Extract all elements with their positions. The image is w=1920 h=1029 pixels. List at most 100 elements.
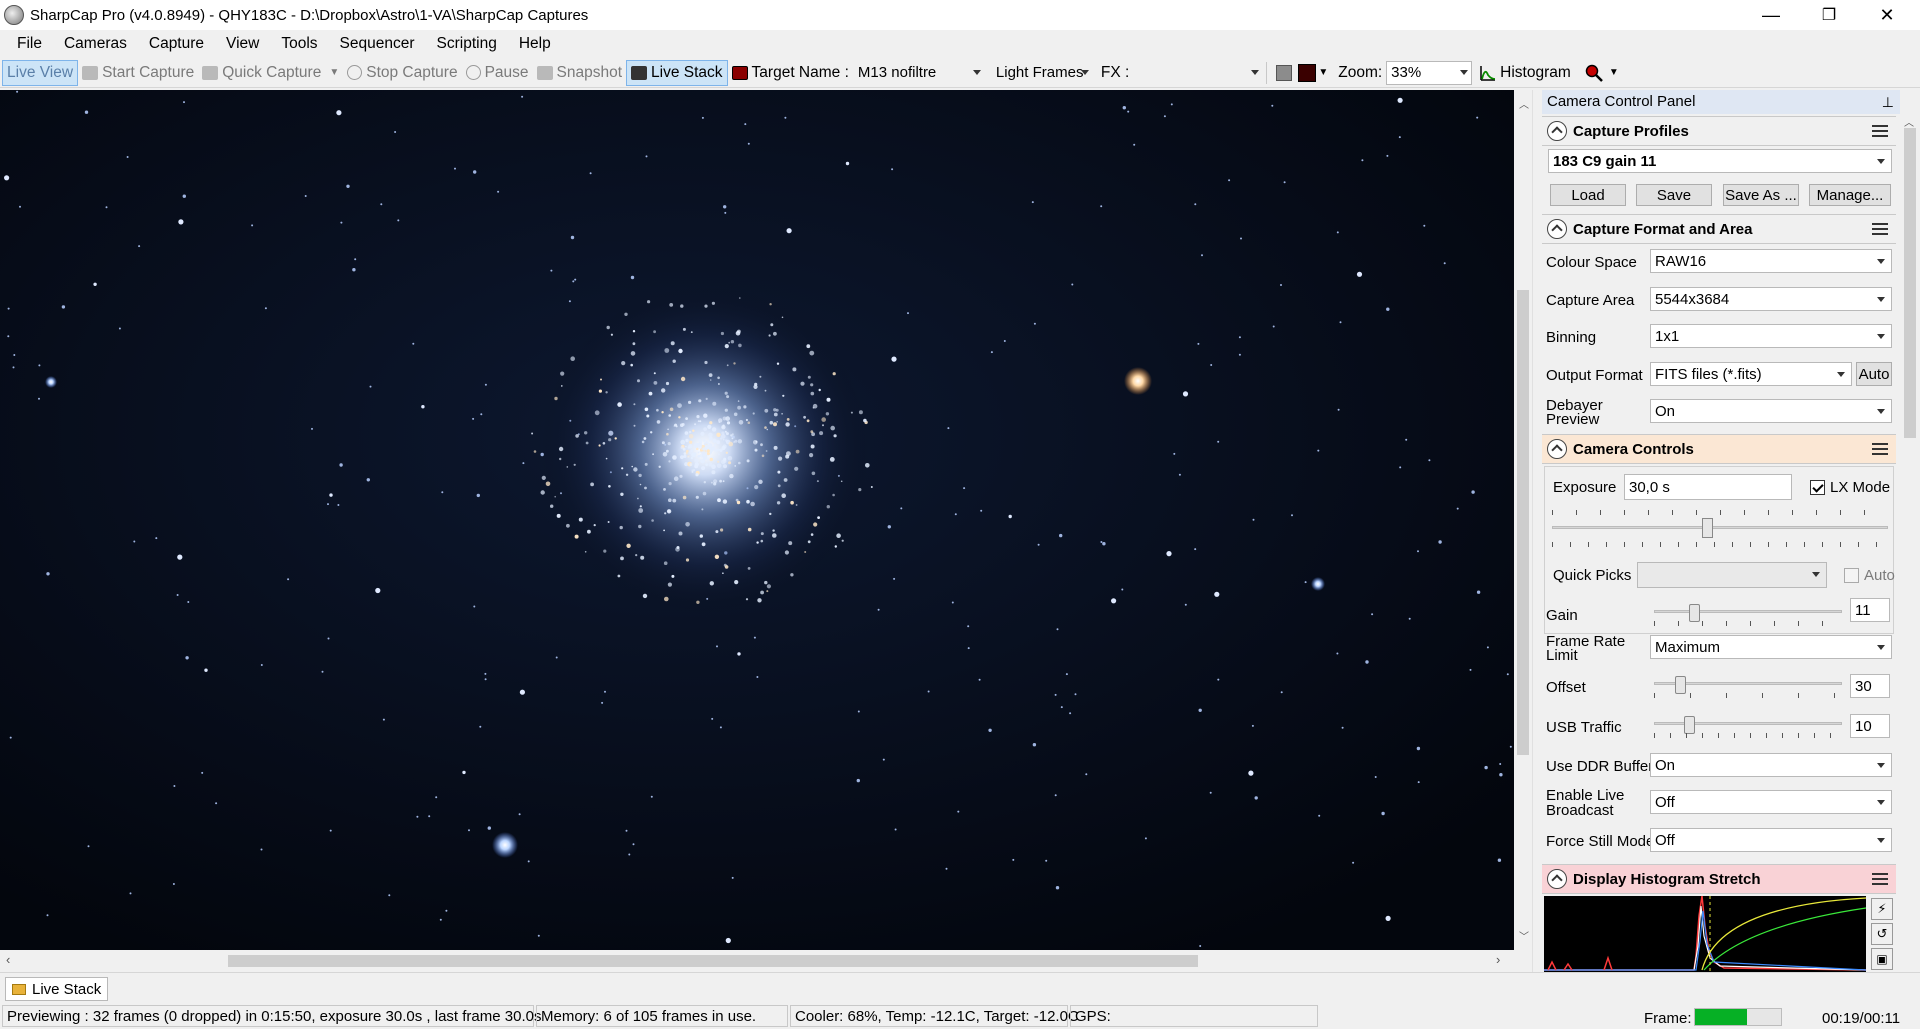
cluster-star (719, 448, 723, 452)
auto-stretch-icon[interactable]: ⚡ (1871, 898, 1893, 920)
menu-scripting[interactable]: Scripting (426, 30, 508, 57)
cluster-star (610, 333, 614, 336)
quick-capture-button[interactable]: Quick Capture ▼ (198, 60, 343, 86)
histogram-display[interactable] (1544, 896, 1866, 972)
live-stack-tab[interactable]: Live Stack (5, 977, 109, 1001)
viewer-horizontal-scroll-thumb[interactable] (228, 955, 1198, 967)
minimize-button[interactable]: — (1742, 0, 1800, 30)
menu-sequencer[interactable]: Sequencer (329, 30, 426, 57)
panel-scroll-thumb[interactable] (1904, 128, 1916, 438)
live-view-button[interactable]: Live View (2, 59, 79, 86)
star (366, 478, 370, 482)
hamburger-menu-icon[interactable] (1872, 873, 1888, 885)
cluster-star (709, 421, 713, 425)
save-profile-button[interactable]: Save (1636, 184, 1712, 206)
fx-combo[interactable] (1133, 61, 1263, 85)
menu-file[interactable]: File (6, 30, 53, 57)
zoom-combo[interactable]: 33% (1386, 60, 1473, 85)
output-format-auto-button[interactable]: Auto (1856, 362, 1892, 386)
collapse-icon[interactable] (1547, 219, 1567, 239)
exposure-input[interactable]: 30,0 s (1624, 474, 1792, 500)
live-stack-tab-label: Live Stack (32, 980, 102, 998)
scroll-up-arrow-icon[interactable]: ︿ (1904, 114, 1914, 129)
collapse-icon[interactable] (1547, 869, 1567, 889)
panel-scrollbar[interactable]: ︿ (1900, 114, 1920, 972)
histogram-stretch-header[interactable]: Display Histogram Stretch (1542, 864, 1896, 894)
debayer-preview-select[interactable]: On (1650, 399, 1892, 423)
viewer-vertical-scroll-thumb[interactable] (1517, 290, 1529, 755)
frame-type-combo[interactable]: Light Frames (991, 61, 1093, 85)
gain-slider-thumb[interactable] (1689, 604, 1701, 622)
output-format-select[interactable]: FITS files (*.fits) (1650, 362, 1852, 386)
reset-stretch-icon[interactable]: ↺ (1871, 923, 1893, 945)
chevron-down-icon[interactable]: ▼ (329, 67, 339, 78)
usb-traffic-slider[interactable] (1654, 716, 1842, 738)
load-profile-button[interactable]: Load (1550, 184, 1626, 206)
viewer-horizontal-scrollbar[interactable]: ‹ › (0, 950, 1514, 972)
hamburger-menu-icon[interactable] (1872, 443, 1888, 455)
live-broadcast-select[interactable]: Off (1650, 790, 1892, 814)
chevron-down-icon[interactable]: ▼ (1318, 67, 1328, 78)
overlay-icon[interactable] (1276, 64, 1293, 81)
capture-format-header[interactable]: Capture Format and Area (1542, 214, 1896, 244)
start-capture-button[interactable]: Start Capture (78, 60, 198, 86)
cluster-star (606, 325, 610, 330)
maximize-button[interactable]: ❐ (1800, 0, 1858, 30)
hamburger-menu-icon[interactable] (1872, 125, 1888, 137)
scroll-up-arrow-icon[interactable]: ︿ (1519, 96, 1529, 111)
capture-area-select[interactable]: 5544x3684 (1650, 287, 1892, 311)
ddr-buffer-select[interactable]: On (1650, 753, 1892, 777)
pause-button[interactable]: Pause (462, 60, 533, 86)
exposure-slider[interactable] (1552, 510, 1888, 556)
collapse-icon[interactable] (1547, 121, 1567, 141)
target-name-combo[interactable]: M13 nofiltre (853, 61, 985, 85)
panel-splitter[interactable] (1532, 90, 1542, 972)
capture-profile-select[interactable]: 183 C9 gain 11 (1548, 149, 1892, 173)
scroll-left-arrow-icon[interactable]: ‹ (6, 952, 10, 967)
cluster-star (638, 473, 642, 478)
save-as-profile-button[interactable]: Save As ... (1723, 184, 1799, 206)
scroll-right-arrow-icon[interactable]: › (1496, 952, 1500, 967)
snapshot-button[interactable]: Snapshot (533, 60, 627, 86)
viewer-vertical-scrollbar[interactable]: ︿ ﹀ (1514, 90, 1532, 950)
star (645, 155, 648, 158)
histogram-button[interactable]: Histogram (1476, 60, 1575, 86)
exposure-slider-thumb[interactable] (1702, 518, 1713, 538)
star (1291, 514, 1293, 517)
gain-slider[interactable] (1654, 604, 1842, 626)
usb-traffic-slider-thumb[interactable] (1684, 716, 1696, 734)
manage-profiles-button[interactable]: Manage... (1809, 184, 1891, 206)
scroll-down-arrow-icon[interactable]: ﹀ (1519, 928, 1529, 943)
colour-space-select[interactable]: RAW16 (1650, 249, 1892, 273)
camera-controls-header[interactable]: Camera Controls (1542, 434, 1896, 464)
menu-cameras[interactable]: Cameras (53, 30, 138, 57)
live-stack-button[interactable]: Live Stack (626, 59, 728, 86)
offset-slider-thumb[interactable] (1675, 676, 1687, 694)
pin-icon[interactable]: ⊥ (1882, 90, 1894, 114)
offset-slider[interactable] (1654, 676, 1842, 698)
menu-tools[interactable]: Tools (270, 30, 328, 57)
menu-view[interactable]: View (215, 30, 270, 57)
frame-rate-limit-select[interactable]: Maximum (1650, 635, 1892, 659)
menu-help[interactable]: Help (508, 30, 562, 57)
binning-select[interactable]: 1x1 (1650, 324, 1892, 348)
hamburger-menu-icon[interactable] (1872, 223, 1888, 235)
live-image-viewer[interactable] (0, 90, 1514, 950)
stop-capture-button[interactable]: Stop Capture (343, 60, 461, 86)
zoom-tool-button[interactable]: ▼ (1581, 60, 1623, 86)
reticle-icon[interactable] (1298, 63, 1317, 82)
capture-profiles-header[interactable]: Capture Profiles (1542, 116, 1896, 146)
close-button[interactable]: ✕ (1858, 0, 1916, 30)
lx-mode-checkbox[interactable] (1810, 480, 1825, 495)
usb-traffic-input[interactable]: 10 (1850, 714, 1890, 738)
menu-capture[interactable]: Capture (138, 30, 215, 57)
save-stretch-icon[interactable]: ▣ (1871, 948, 1893, 970)
quick-picks-select[interactable] (1637, 562, 1827, 588)
force-still-select[interactable]: Off (1650, 828, 1892, 852)
cluster-star (638, 508, 644, 513)
offset-input[interactable]: 30 (1850, 674, 1890, 698)
cluster-star (715, 530, 719, 534)
gain-input[interactable]: 11 (1850, 598, 1890, 622)
quick-picks-auto-checkbox[interactable] (1844, 568, 1859, 583)
collapse-icon[interactable] (1547, 439, 1567, 459)
